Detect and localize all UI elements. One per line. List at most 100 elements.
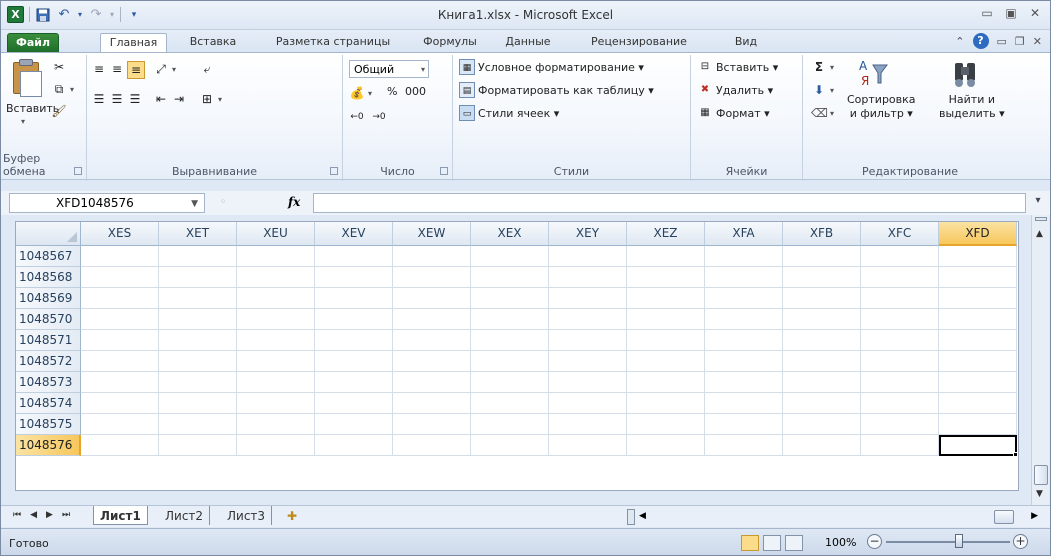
grid-cell[interactable] — [939, 309, 1017, 330]
grid-cell[interactable] — [471, 309, 549, 330]
grid-cell[interactable] — [939, 330, 1017, 351]
grid-cell[interactable] — [861, 246, 939, 267]
wrap-text-icon[interactable]: ⤶ — [199, 61, 215, 77]
number-format-select[interactable]: Общий ▾ — [349, 60, 429, 78]
delete-cells-button[interactable]: ✖ Удалить ▾ — [697, 82, 773, 98]
zoom-in-icon[interactable]: + — [1013, 534, 1028, 549]
vertical-scrollbar[interactable]: ▲ ▼ — [1031, 215, 1049, 505]
grid-cell[interactable] — [939, 267, 1017, 288]
align-top-icon[interactable]: ≡ — [91, 61, 107, 77]
grid-cell[interactable] — [939, 288, 1017, 309]
grid-cell[interactable] — [237, 309, 315, 330]
sheet-tab-2[interactable]: Лист2 — [159, 506, 211, 525]
worksheet-grid[interactable]: XES XET XEU XEV XEW XEX XEY XEZ XFA XFB XFC XFD 1048… — [15, 221, 1019, 491]
column-header[interactable]: XEZ — [627, 222, 705, 246]
scroll-right-icon[interactable]: ▶ — [1031, 511, 1038, 521]
grid-cell[interactable] — [783, 246, 861, 267]
grid-cell[interactable] — [549, 393, 627, 414]
sort-filter-icon[interactable]: AЯ — [857, 57, 889, 89]
clear-icon[interactable]: ⌫ ▾ — [811, 105, 834, 121]
workbook-minimize-icon[interactable]: ▭ — [997, 35, 1007, 48]
grid-cell[interactable] — [861, 351, 939, 372]
grid-cell[interactable] — [81, 393, 159, 414]
grid-cell[interactable] — [549, 435, 627, 456]
grid-cell[interactable] — [315, 309, 393, 330]
grid-cell[interactable] — [705, 246, 783, 267]
row-header[interactable]: 1048574 — [16, 393, 81, 414]
grid-cell[interactable] — [81, 288, 159, 309]
sort-filter-button[interactable]: Сортировка и фильтр ▾ — [847, 93, 916, 120]
zoom-slider-thumb[interactable] — [955, 534, 963, 548]
grid-cell[interactable] — [315, 393, 393, 414]
normal-view-icon[interactable] — [741, 535, 759, 551]
horizontal-scroll-thumb[interactable] — [994, 510, 1014, 524]
grid-cell[interactable] — [627, 351, 705, 372]
tab-review[interactable]: Рецензирование — [579, 33, 699, 52]
last-sheet-icon[interactable]: ⏭ — [62, 510, 70, 520]
grid-cell[interactable] — [861, 435, 939, 456]
zoom-slider-track[interactable] — [886, 541, 1010, 543]
grid-cell[interactable] — [939, 246, 1017, 267]
grid-cell[interactable] — [159, 414, 237, 435]
help-icon[interactable]: ? — [972, 33, 989, 49]
grid-cell[interactable] — [237, 414, 315, 435]
fill-handle[interactable] — [1013, 452, 1018, 457]
name-box[interactable]: XFD1048576 ▼ — [9, 193, 205, 213]
grid-cell[interactable] — [861, 414, 939, 435]
tab-page-layout[interactable]: Разметка страницы — [263, 33, 403, 52]
grid-cell[interactable] — [939, 372, 1017, 393]
insert-sheet-icon[interactable]: ✚ — [281, 506, 303, 525]
grid-cell[interactable] — [783, 372, 861, 393]
grid-cell[interactable] — [237, 267, 315, 288]
comma-style-button[interactable]: 000 — [405, 85, 426, 98]
select-all-button[interactable] — [16, 222, 81, 246]
increase-decimal-icon[interactable]: ←0 — [349, 109, 365, 125]
grid-cell[interactable] — [237, 372, 315, 393]
grid-cell[interactable] — [315, 267, 393, 288]
orientation-icon[interactable]: ⤢ ▾ — [153, 61, 176, 77]
decrease-indent-icon[interactable]: ⇤ — [153, 91, 169, 107]
grid-cell[interactable] — [627, 267, 705, 288]
grid-cell[interactable] — [471, 414, 549, 435]
grid-cell[interactable] — [549, 330, 627, 351]
column-header[interactable]: XET — [159, 222, 237, 246]
column-header[interactable]: XEY — [549, 222, 627, 246]
cell-styles-button[interactable]: ▭ Стили ячеек ▾ — [459, 105, 559, 121]
find-select-icon[interactable] — [949, 57, 981, 89]
sheet-tab-1[interactable]: Лист1 — [93, 506, 148, 525]
row-header[interactable]: 1048572 — [16, 351, 81, 372]
minimize-ribbon-icon[interactable]: ⌃ — [955, 35, 964, 48]
grid-cell[interactable] — [81, 372, 159, 393]
grid-cell[interactable] — [471, 435, 549, 456]
prev-sheet-icon[interactable]: ◀ — [30, 510, 37, 520]
grid-cell[interactable] — [393, 351, 471, 372]
grid-cell[interactable] — [159, 351, 237, 372]
grid-cell[interactable] — [471, 393, 549, 414]
paste-icon[interactable] — [10, 59, 44, 97]
number-launcher-icon[interactable] — [440, 167, 448, 175]
expand-formula-bar-icon[interactable]: ▾ — [1030, 195, 1046, 211]
minimize-icon[interactable]: ▭ — [980, 6, 994, 20]
grid-cell[interactable] — [939, 414, 1017, 435]
merge-center-icon[interactable]: ⊞ ▾ — [199, 91, 222, 107]
grid-cell[interactable] — [81, 267, 159, 288]
grid-cell[interactable] — [627, 330, 705, 351]
grid-cell[interactable] — [237, 351, 315, 372]
grid-cell[interactable] — [939, 351, 1017, 372]
grid-cell[interactable] — [81, 414, 159, 435]
tab-home[interactable]: Главная — [100, 33, 167, 52]
grid-cell[interactable] — [393, 330, 471, 351]
grid-cell[interactable] — [393, 288, 471, 309]
grid-cell[interactable] — [549, 267, 627, 288]
page-break-view-icon[interactable] — [785, 535, 803, 551]
grid-cell[interactable] — [549, 246, 627, 267]
zoom-out-icon[interactable]: − — [867, 534, 882, 549]
grid-cell[interactable] — [393, 435, 471, 456]
row-header[interactable]: 1048576 — [16, 435, 81, 456]
grid-cell[interactable] — [861, 393, 939, 414]
grid-cell[interactable] — [159, 267, 237, 288]
grid-cell[interactable] — [237, 246, 315, 267]
grid-cell[interactable] — [393, 414, 471, 435]
grid-cell[interactable] — [159, 393, 237, 414]
grid-cell[interactable] — [471, 330, 549, 351]
